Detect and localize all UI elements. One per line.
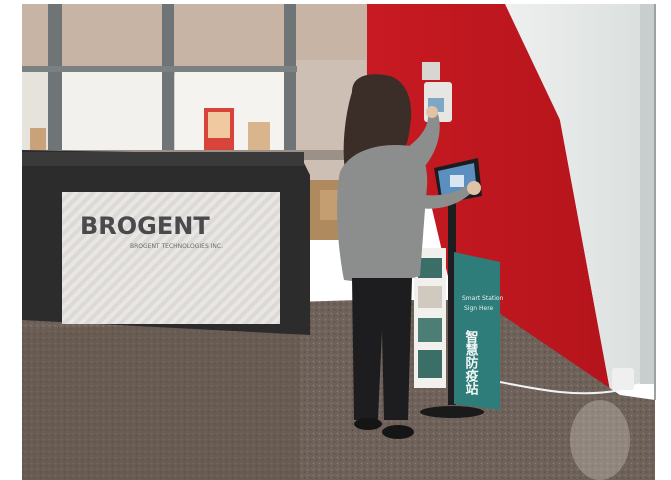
- brand-logo: BROGENT: [80, 212, 210, 240]
- panel-headline: 智慧防疫站: [463, 329, 479, 396]
- power-plug: [612, 368, 634, 390]
- wall-sign: [422, 62, 440, 80]
- brand-subtext: BROGENT TECHNOLOGIES INC.: [130, 243, 223, 250]
- photo-scene: BROGENT BROGENT TECHNOLOGIES INC. Smart …: [0, 0, 671, 480]
- panel-small-line-2: Sign Here: [464, 305, 494, 312]
- window-frame: [48, 4, 62, 154]
- panel-small-line-1: Smart Station: [462, 295, 504, 302]
